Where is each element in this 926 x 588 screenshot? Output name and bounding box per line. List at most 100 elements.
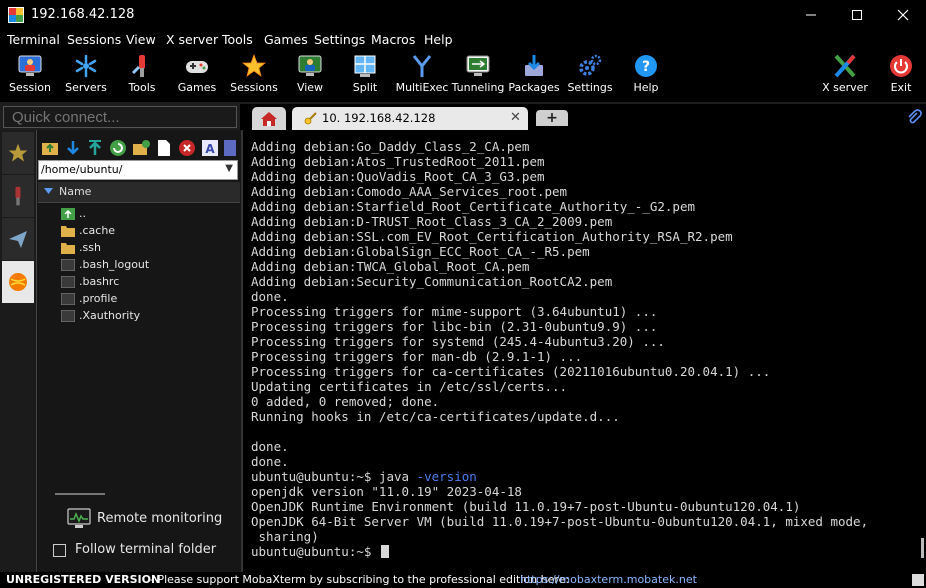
tools-button[interactable]: Tools bbox=[116, 50, 168, 102]
terminal-pane[interactable]: Adding debian:Go_Daddy_Class_2_CA.pem Ad… bbox=[241, 130, 922, 572]
path-selector[interactable]: /home/ubuntu/ ▼ bbox=[38, 160, 238, 180]
menu-x-server[interactable]: X server bbox=[166, 32, 218, 47]
terminal-line: Adding debian:D-TRUST_Root_Class_3_CA_2_… bbox=[251, 214, 613, 229]
terminal-prompt-line: ubuntu@ubuntu:~$ bbox=[251, 544, 868, 559]
terminal-line: Updating certificates in /etc/ssl/certs.… bbox=[251, 379, 568, 394]
follow-terminal-checkbox[interactable] bbox=[53, 544, 66, 557]
prompt: ubuntu@ubuntu:~$ bbox=[251, 544, 372, 559]
menu-view[interactable]: View bbox=[126, 32, 156, 47]
quick-connect-input[interactable] bbox=[3, 106, 237, 128]
parent-folder-icon[interactable] bbox=[41, 139, 59, 157]
status-bar: UNREGISTERED VERSION - Please support Mo… bbox=[0, 572, 926, 588]
home-tab[interactable] bbox=[252, 107, 286, 130]
tools-icon bbox=[15, 186, 21, 206]
menu-tools[interactable]: Tools bbox=[222, 32, 253, 47]
paper-plane-icon bbox=[9, 231, 27, 248]
x-server-button[interactable]: X server bbox=[816, 50, 874, 102]
power-icon bbox=[890, 55, 912, 77]
tunneling-button[interactable]: Tunneling bbox=[450, 50, 506, 102]
key-icon bbox=[304, 112, 317, 125]
support-message: - Please support MobaXterm by subscribin… bbox=[150, 573, 570, 586]
menu-settings[interactable]: Settings bbox=[314, 32, 365, 47]
more-tools-icon[interactable] bbox=[223, 139, 237, 157]
terminal-line: Running hooks in /etc/ca-certificates/up… bbox=[251, 409, 620, 424]
menu-macros[interactable]: Macros bbox=[371, 32, 415, 47]
file-row-cache[interactable]: .cache bbox=[61, 224, 231, 241]
file-row-bashrc[interactable]: .bashrc bbox=[61, 275, 231, 292]
terminal-line: OpenJDK Runtime Environment (build 11.0.… bbox=[251, 499, 801, 514]
exit-button[interactable]: Exit bbox=[876, 50, 926, 102]
vtab-sftp[interactable] bbox=[2, 261, 34, 304]
terminal-line: Adding debian:TWCA_Global_Root_CA.pem bbox=[251, 259, 530, 274]
new-file-icon[interactable] bbox=[155, 139, 173, 157]
file-row-bash-logout[interactable]: .bash_logout bbox=[61, 258, 231, 275]
split-button[interactable]: Split bbox=[338, 50, 392, 102]
terminal-line: 0 added, 0 removed; done. bbox=[251, 394, 440, 409]
tunneling-button-label: Tunneling bbox=[451, 81, 505, 94]
menu-help[interactable]: Help bbox=[424, 32, 453, 47]
menu-games[interactable]: Games bbox=[264, 32, 308, 47]
follow-terminal-folder[interactable]: Follow terminal folder bbox=[53, 542, 233, 560]
vtab-tools[interactable] bbox=[2, 175, 34, 218]
command: java bbox=[378, 469, 410, 484]
settings-button[interactable]: Settings bbox=[562, 50, 618, 102]
session-tab[interactable]: 10. 192.168.42.128 ✕ bbox=[292, 107, 528, 130]
games-button[interactable]: Games bbox=[170, 50, 224, 102]
scrollbar-thumb[interactable] bbox=[921, 538, 924, 558]
menu-sessions[interactable]: Sessions bbox=[67, 32, 121, 47]
paperclip-icon[interactable] bbox=[906, 109, 922, 125]
folder-icon bbox=[61, 226, 75, 237]
view-button[interactable]: View bbox=[284, 50, 336, 102]
games-button-label: Games bbox=[177, 81, 217, 94]
rename-icon[interactable]: A bbox=[201, 139, 219, 157]
tab-close-icon[interactable]: ✕ bbox=[510, 110, 521, 125]
terminal-line: Adding debian:Comodo_AAA_Services_root.p… bbox=[251, 184, 568, 199]
file-row-parent[interactable]: .. bbox=[61, 207, 231, 224]
file-row-ssh[interactable]: .ssh bbox=[61, 241, 231, 258]
upload-icon[interactable] bbox=[86, 139, 104, 157]
split-icon bbox=[354, 55, 376, 77]
name-column-header[interactable]: Name bbox=[38, 182, 240, 203]
minimize-button[interactable] bbox=[788, 0, 834, 30]
terminal-line: openjdk version "11.0.19" 2023-04-18 bbox=[251, 484, 522, 499]
multiexec-button[interactable]: MultiExec bbox=[394, 50, 450, 102]
terminal-line: Processing triggers for libc-bin (2.31-0… bbox=[251, 319, 658, 334]
file-name: .Xauthority bbox=[79, 309, 141, 322]
resize-grip[interactable] bbox=[912, 574, 924, 586]
delete-icon[interactable] bbox=[178, 139, 196, 157]
maximize-button[interactable] bbox=[834, 0, 880, 30]
window-title: 192.168.42.128 bbox=[31, 7, 135, 22]
panel-splitter[interactable] bbox=[55, 493, 105, 495]
current-path: /home/ubuntu/ bbox=[41, 163, 123, 176]
new-tab-button[interactable]: + bbox=[536, 110, 568, 126]
packages-button[interactable]: Packages bbox=[506, 50, 562, 102]
new-folder-icon[interactable] bbox=[132, 139, 150, 157]
terminal-scrollbar[interactable] bbox=[920, 130, 926, 572]
mobatek-link[interactable]: https://mobaxterm.mobatek.net bbox=[520, 573, 697, 586]
refresh-icon[interactable] bbox=[109, 139, 127, 157]
follow-terminal-label: Follow terminal folder bbox=[75, 542, 217, 557]
session-tab-label: 10. 192.168.42.128 bbox=[322, 111, 436, 125]
help-button-label: Help bbox=[633, 81, 659, 94]
terminal-line: Adding debian:Starfield_Root_Certificate… bbox=[251, 199, 696, 214]
session-button[interactable]: Session bbox=[0, 50, 60, 102]
file-row-profile[interactable]: .profile bbox=[61, 292, 231, 309]
session-button-label: Session bbox=[9, 81, 51, 94]
split-button-label: Split bbox=[352, 81, 378, 94]
help-button[interactable]: ? Help bbox=[618, 50, 674, 102]
vtab-sessions[interactable] bbox=[2, 132, 34, 175]
vtab-macros[interactable] bbox=[2, 218, 34, 261]
download-icon[interactable] bbox=[64, 139, 82, 157]
sessions-button[interactable]: Sessions bbox=[226, 50, 282, 102]
x-server-icon bbox=[834, 54, 856, 78]
session-monitor-icon bbox=[18, 55, 42, 76]
menu-terminal[interactable]: Terminal bbox=[7, 32, 60, 47]
terminal-command-line: ubuntu@ubuntu:~$ java -version bbox=[251, 469, 868, 484]
servers-button[interactable]: Servers bbox=[58, 50, 114, 102]
file-row-xauthority[interactable]: .Xauthority bbox=[61, 309, 231, 326]
parent-folder-icon bbox=[61, 208, 75, 220]
maximize-icon bbox=[852, 10, 862, 20]
remote-monitoring-button[interactable]: Remote monitoring bbox=[67, 508, 237, 530]
close-window-button[interactable] bbox=[880, 0, 926, 30]
